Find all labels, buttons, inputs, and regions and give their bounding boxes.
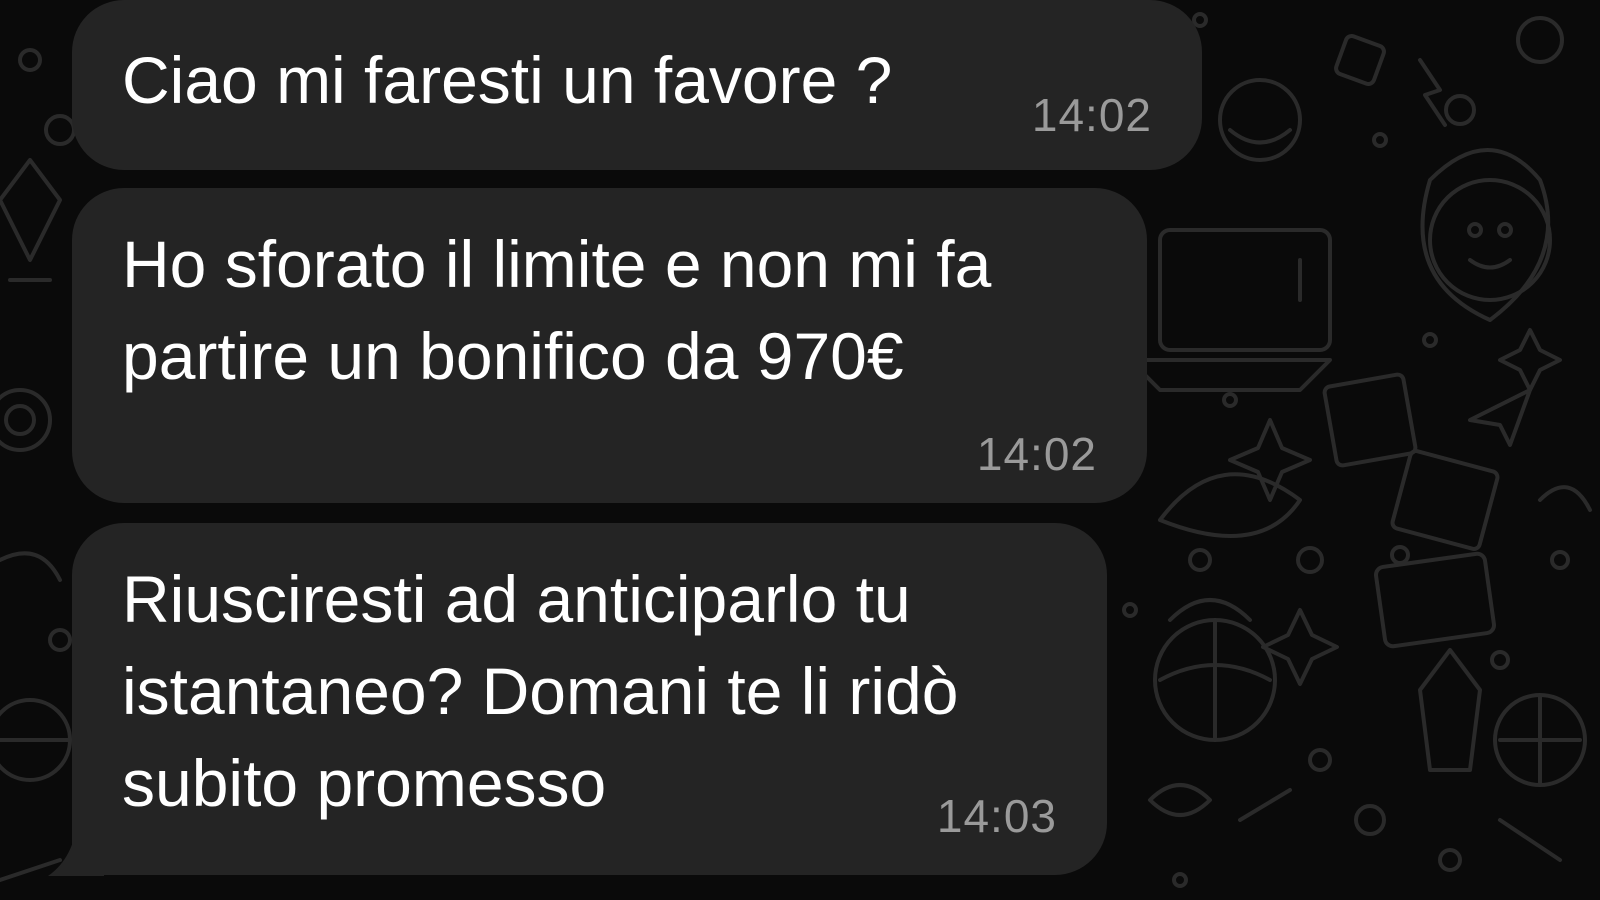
message-timestamp: 14:02 <box>1031 89 1152 141</box>
message-timestamp: 14:03 <box>936 790 1057 842</box>
message-bubble[interactable]: Ciao mi faresti un favore ? 14:02 <box>72 0 1202 170</box>
chat-view: Ciao mi faresti un favore ? 14:02 Ho sfo… <box>0 0 1600 900</box>
message-text: Ho sforato il limite e non mi fa partire… <box>122 227 992 393</box>
message-timestamp: 14:02 <box>976 428 1097 480</box>
message-text: Ciao mi faresti un favore ? <box>122 43 893 117</box>
message-text: Riusciresti ad anticiparlo tu istantaneo… <box>122 562 959 820</box>
message-bubble[interactable]: Ho sforato il limite e non mi fa partire… <box>72 188 1147 503</box>
message-bubble[interactable]: Riusciresti ad anticiparlo tu istantaneo… <box>72 523 1107 875</box>
